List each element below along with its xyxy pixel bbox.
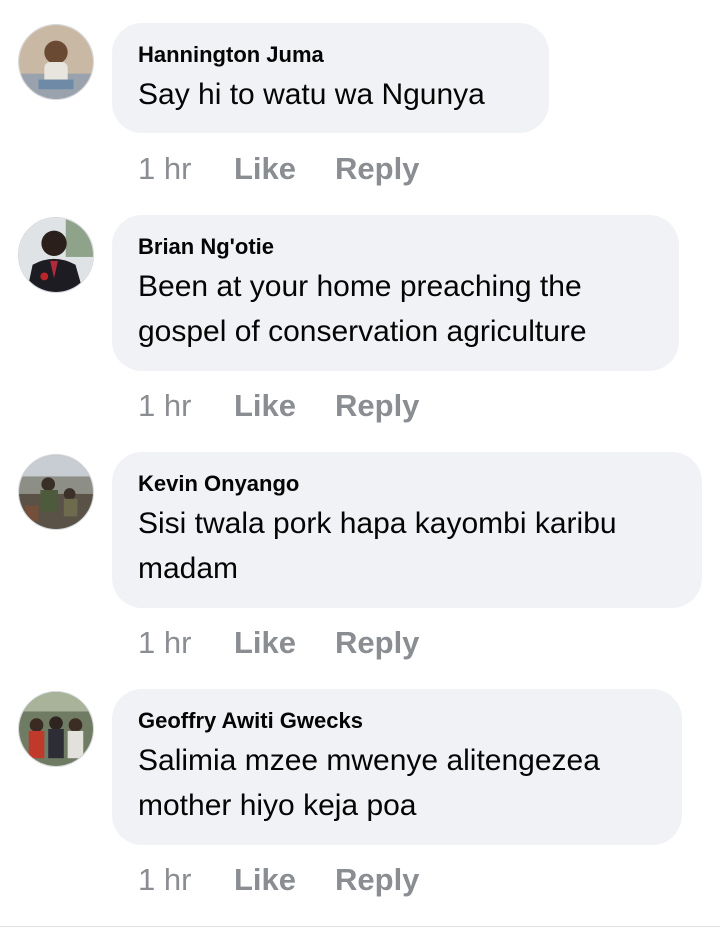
avatar-image — [19, 455, 93, 529]
comment-text: Say hi to watu wa Ngunya — [138, 78, 485, 111]
comment-author[interactable]: Hannington Juma — [138, 41, 523, 69]
comment-author[interactable]: Geoffry Awiti Gwecks — [138, 707, 656, 735]
avatar-image — [19, 218, 93, 292]
reply-button[interactable]: Reply — [335, 862, 419, 898]
avatar-geoffry-awiti-gwecks[interactable] — [18, 691, 94, 767]
reply-button[interactable]: Reply — [335, 625, 419, 661]
avatar-image — [19, 25, 93, 99]
comment-author[interactable]: Kevin Onyango — [138, 470, 676, 498]
comment-text: Salimia mzee mwenye alitengezea mother h… — [138, 744, 600, 822]
comment-bubble: Kevin Onyango Sisi twala pork hapa kayom… — [112, 452, 702, 608]
comment-actions: 1 hr Like Reply — [138, 860, 419, 900]
comment-timestamp[interactable]: 1 hr — [138, 151, 234, 187]
comment-bubble: Hannington Juma Say hi to watu wa Ngunya — [112, 23, 549, 133]
avatar-kevin-onyango[interactable] — [18, 454, 94, 530]
avatar-hannington-juma[interactable] — [18, 24, 94, 100]
like-button[interactable]: Like — [234, 388, 335, 424]
divider — [0, 926, 720, 927]
avatar-brian-ngotie[interactable] — [18, 217, 94, 293]
avatar-image — [19, 692, 93, 766]
comment-timestamp[interactable]: 1 hr — [138, 862, 234, 898]
comment-actions: 1 hr Like Reply — [138, 386, 419, 426]
comment-timestamp[interactable]: 1 hr — [138, 388, 234, 424]
comment-text: Sisi twala pork hapa kayombi karibu mada… — [138, 507, 617, 585]
comment-actions: 1 hr Like Reply — [138, 149, 419, 189]
comment-bubble: Geoffry Awiti Gwecks Salimia mzee mwenye… — [112, 689, 682, 845]
comment-author[interactable]: Brian Ng'otie — [138, 233, 653, 261]
comment-bubble: Brian Ng'otie Been at your home preachin… — [112, 215, 679, 371]
comment-text: Been at your home preaching the gospel o… — [138, 270, 587, 348]
comment-timestamp[interactable]: 1 hr — [138, 625, 234, 661]
like-button[interactable]: Like — [234, 625, 335, 661]
comment-actions: 1 hr Like Reply — [138, 623, 419, 663]
reply-button[interactable]: Reply — [335, 388, 419, 424]
like-button[interactable]: Like — [234, 151, 335, 187]
reply-button[interactable]: Reply — [335, 151, 419, 187]
like-button[interactable]: Like — [234, 862, 335, 898]
